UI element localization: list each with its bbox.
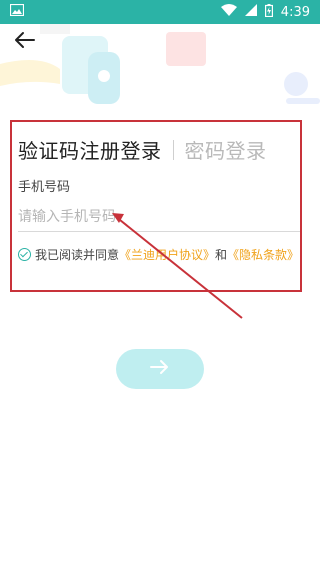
next-button[interactable] (116, 349, 204, 389)
annotation-arrow (112, 213, 243, 319)
arrow-right-icon (150, 359, 170, 379)
